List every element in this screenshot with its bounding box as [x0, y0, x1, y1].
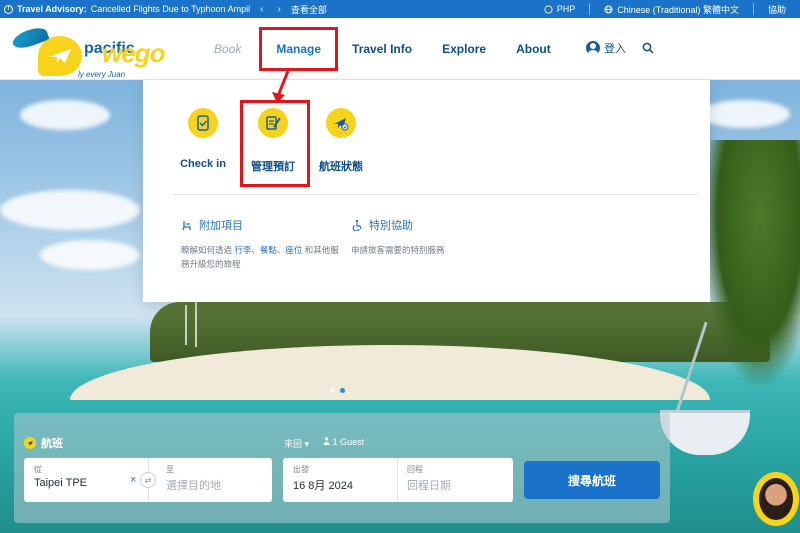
special-assistance-section[interactable]: 特別協助 申請旅客需要的特別服務 — [351, 217, 445, 257]
trip-type-select[interactable]: 來回 ▾ — [284, 437, 309, 450]
currency-selector[interactable]: PHP — [530, 4, 590, 14]
globe-icon — [604, 4, 613, 14]
logo[interactable]: pacific wego ly every Juan — [10, 24, 170, 79]
clear-from-button[interactable]: × — [130, 474, 136, 486]
info-icon: ! — [4, 4, 13, 14]
advisory[interactable]: ! Travel Advisory: Cancelled Flights Due… — [0, 4, 250, 14]
login-button[interactable]: 登入 — [586, 40, 626, 56]
flight-search-panel: 航班 來回 ▾ 1 Guest 從 Taipei TPE × ⇄ 至 選擇目的地… — [14, 413, 670, 523]
tile-label: Check in — [180, 158, 226, 170]
to-field[interactable]: 至 選擇目的地 — [166, 464, 221, 493]
special-assistance-description: 申請旅客需要的特別服務 — [351, 245, 445, 255]
flight-tab[interactable]: 航班 — [24, 435, 63, 451]
language-label: Chinese (Traditional) 繁體中文 — [617, 4, 739, 15]
nav-manage[interactable]: Manage — [259, 27, 339, 71]
advisory-bar: ! Travel Advisory: Cancelled Flights Due… — [0, 0, 800, 18]
tile-check-in[interactable]: Check in — [163, 108, 243, 170]
search-flights-button[interactable]: 搜尋航班 — [524, 461, 660, 499]
cloud — [0, 190, 140, 230]
advisory-prev-button[interactable]: ‹ — [260, 4, 263, 15]
to-label: 至 — [166, 465, 174, 474]
to-placeholder: 選擇目的地 — [166, 480, 221, 492]
guests-label: 1 Guest — [332, 437, 365, 447]
return-placeholder: 回程日期 — [407, 480, 451, 492]
cloud — [40, 240, 140, 270]
nav-book[interactable]: Book — [214, 42, 241, 56]
flight-tab-label: 航班 — [41, 438, 63, 450]
help-label: 協助 — [767, 4, 786, 15]
language-selector[interactable]: Chinese (Traditional) 繁體中文 — [590, 3, 753, 16]
carousel-dots[interactable] — [330, 388, 345, 393]
route-fields: 從 Taipei TPE × ⇄ 至 選擇目的地 — [24, 458, 272, 502]
flag-pole — [195, 302, 197, 347]
manage-dropdown: Check in 管理預訂 航班狀態 附加項目 瞭解如何透過 行李、餐點、座位 … — [143, 80, 710, 302]
carousel-dot-active[interactable] — [340, 388, 345, 393]
currency-label: PHP — [556, 4, 576, 14]
special-assistance-title: 特別協助 — [369, 220, 413, 232]
main-header: pacific wego ly every Juan Book Manage T… — [0, 18, 800, 80]
carousel-dot[interactable] — [330, 388, 335, 393]
cloud — [20, 100, 110, 130]
user-icon — [586, 41, 600, 55]
advisory-text[interactable]: Cancelled Flights Due to Typhoon Ampil — [91, 4, 250, 14]
accessibility-icon — [352, 219, 362, 231]
flag-pole — [185, 305, 187, 345]
login-label: 登入 — [604, 43, 626, 55]
coin-icon — [544, 4, 553, 14]
avatar-face — [759, 478, 793, 520]
search-icon[interactable] — [642, 42, 654, 54]
assistant-avatar[interactable] — [753, 472, 799, 526]
depart-label: 出發 — [293, 465, 309, 474]
flight-status-icon — [326, 108, 356, 138]
person-icon — [323, 437, 330, 445]
highlight-box — [240, 100, 310, 187]
tagline: ly every Juan — [78, 70, 126, 79]
depart-field[interactable]: 出發 16 8月 2024 — [293, 464, 353, 493]
tile-label: 航班狀態 — [319, 161, 363, 173]
nav-travel-info[interactable]: Travel Info — [352, 42, 412, 56]
nav-explore[interactable]: Explore — [442, 42, 486, 56]
date-fields: 出發 16 8月 2024 回程 回程日期 — [283, 458, 513, 502]
guest-selector[interactable]: 1 Guest — [323, 437, 364, 450]
add-ons-description: 瞭解如何透過 行李、餐點、座位 和其他服 務升級您的旅程 — [181, 245, 339, 269]
seat-icon — [182, 221, 191, 231]
from-value: Taipei TPE — [34, 477, 87, 489]
swap-icon[interactable]: ⇄ — [140, 472, 156, 488]
return-field[interactable]: 回程 回程日期 — [407, 464, 451, 493]
depart-value: 16 8月 2024 — [293, 480, 353, 492]
cloud — [700, 100, 790, 128]
wego-watermark: wego — [102, 38, 165, 68]
tile-flight-status[interactable]: 航班狀態 — [301, 108, 381, 174]
nav-about[interactable]: About — [516, 42, 551, 56]
main-nav: Book Manage Travel Info Explore About — [214, 18, 581, 80]
boat — [660, 410, 750, 455]
add-ons-section[interactable]: 附加項目 瞭解如何透過 行李、餐點、座位 和其他服 務升級您的旅程 — [181, 217, 339, 271]
add-ons-title: 附加項目 — [199, 220, 243, 232]
from-label: 從 — [34, 465, 42, 474]
view-all-link[interactable]: 查看全部 — [291, 3, 327, 16]
advisory-next-button[interactable]: › — [277, 4, 280, 15]
check-in-icon — [188, 108, 218, 138]
return-label: 回程 — [407, 465, 423, 474]
from-field[interactable]: 從 Taipei TPE — [34, 464, 87, 489]
plane-icon — [24, 437, 36, 449]
annotation-arrow-icon — [272, 70, 290, 103]
divider — [173, 194, 698, 195]
wego-plane-icon — [38, 36, 82, 76]
help-link[interactable]: 協助 — [754, 3, 800, 16]
palm-trees — [700, 140, 800, 390]
advisory-label: Travel Advisory: — [17, 4, 87, 14]
